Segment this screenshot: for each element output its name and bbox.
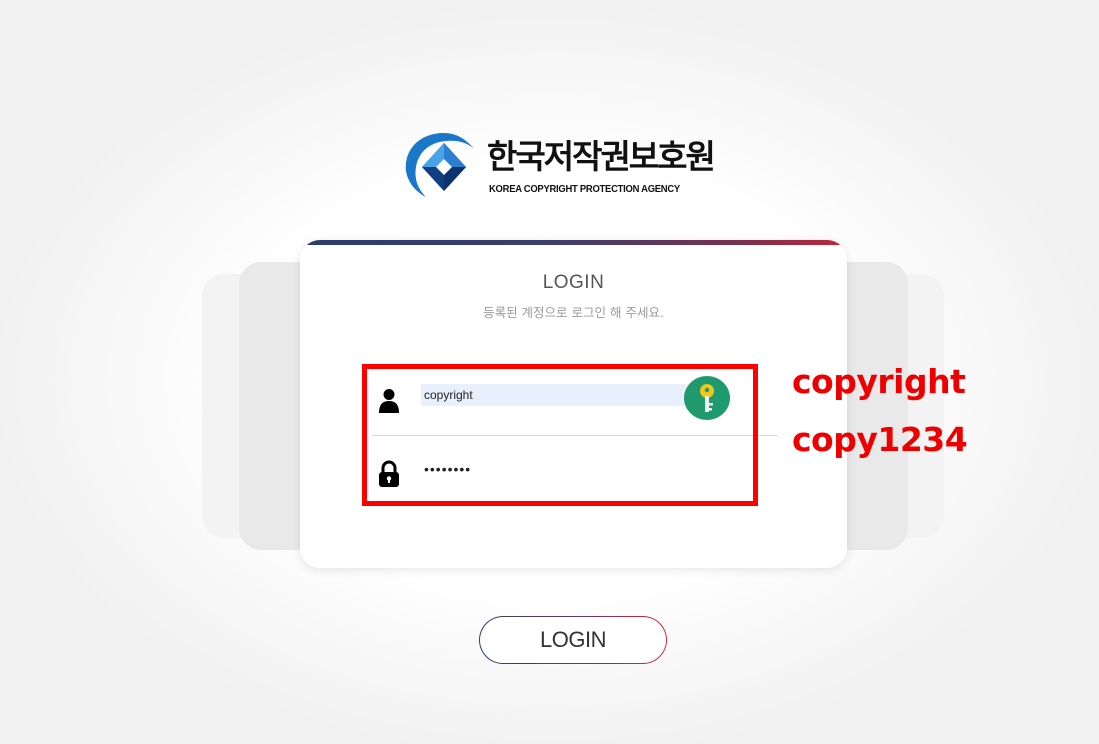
annotation-username: copyright bbox=[792, 362, 966, 401]
logo-subtitle: KOREA COPYRIGHT PROTECTION AGENCY bbox=[489, 183, 680, 195]
kcopa-emblem-icon bbox=[405, 133, 474, 197]
card-accent-bar bbox=[300, 240, 847, 245]
login-button[interactable]: LOGIN bbox=[479, 616, 667, 664]
login-button-label: LOGIN bbox=[480, 617, 666, 663]
logo-title: 한국저작권보호원 bbox=[487, 137, 716, 176]
login-subtitle: 등록된 계정으로 로그인 해 주세요. bbox=[483, 305, 664, 320]
login-title: LOGIN bbox=[542, 272, 605, 293]
credentials-highlight-box bbox=[362, 364, 758, 506]
divider-extension bbox=[758, 435, 778, 436]
annotation-password: copy1234 bbox=[792, 420, 968, 459]
logo: 한국저작권보호원 KOREA COPYRIGHT PROTECTION AGEN… bbox=[404, 131, 764, 201]
